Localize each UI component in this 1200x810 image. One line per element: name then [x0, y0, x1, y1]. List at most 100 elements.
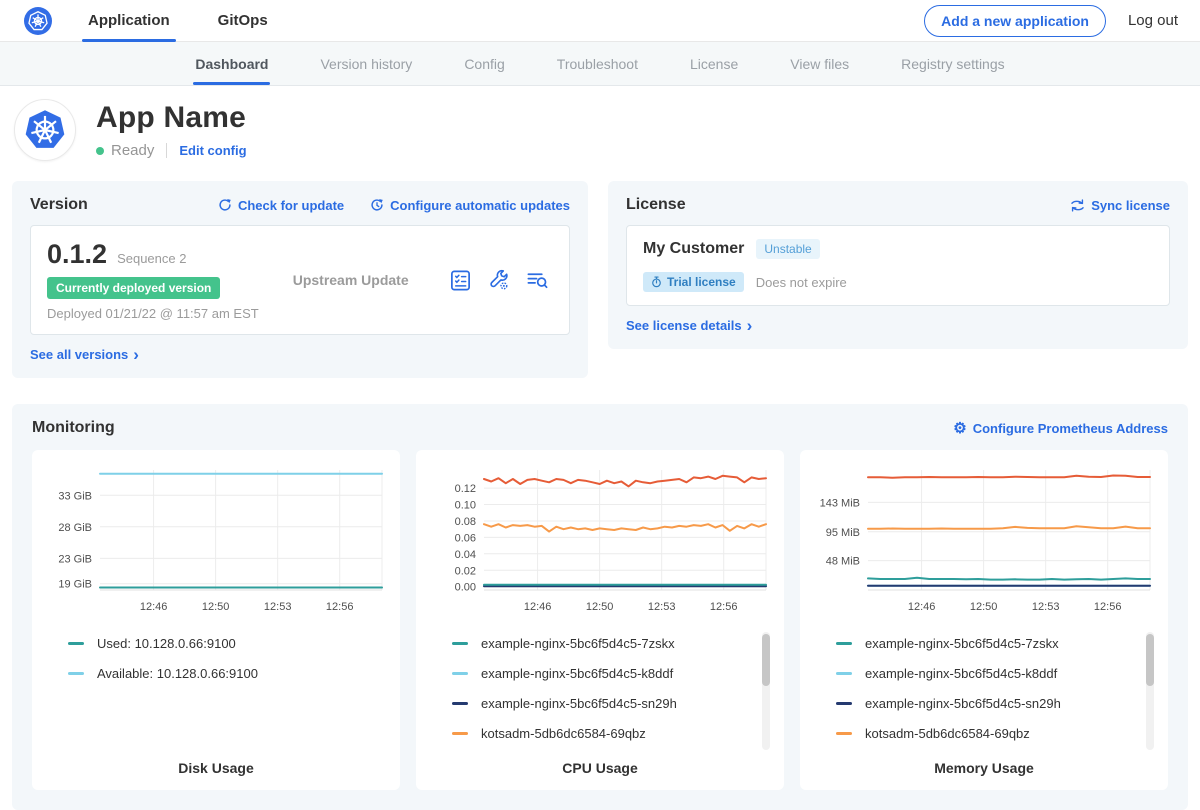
edit-config-values-icon[interactable] [487, 269, 510, 292]
legend-label: example-nginx-5bc6f5d4c5-7zskx [481, 636, 675, 651]
clock-arrow-icon [370, 198, 384, 212]
configure-prometheus-link[interactable]: ⚙ Configure Prometheus Address [953, 421, 1168, 436]
sync-license-link[interactable]: Sync license [1070, 198, 1170, 213]
check-for-update-label: Check for update [238, 198, 344, 213]
app-header: App Name Ready Edit config [0, 86, 1200, 173]
topnav-tabs: Application GitOps [86, 0, 314, 42]
trial-license-label: Trial license [667, 275, 736, 289]
add-new-application-button[interactable]: Add a new application [924, 5, 1106, 37]
channel-badge: Unstable [756, 239, 819, 259]
tab-application[interactable]: Application [86, 0, 172, 42]
monitoring-heading: Monitoring [32, 419, 115, 437]
sync-arrows-icon [1070, 199, 1085, 212]
check-for-update-link[interactable]: Check for update [218, 198, 344, 213]
charts-row: 19 GiB23 GiB28 GiB33 GiB12:4612:5012:531… [32, 450, 1168, 790]
svg-text:95 MiB: 95 MiB [826, 527, 860, 539]
svg-text:23 GiB: 23 GiB [58, 553, 92, 565]
configure-prometheus-label: Configure Prometheus Address [973, 421, 1168, 436]
legend-label: Used: 10.128.0.66:9100 [97, 636, 236, 651]
legend-dash-icon [68, 642, 84, 645]
tab-registry-settings[interactable]: Registry settings [901, 42, 1004, 85]
svg-text:12:46: 12:46 [140, 601, 168, 613]
divider [166, 143, 167, 158]
legend-dash-icon [452, 702, 468, 705]
status-dot-icon [96, 147, 104, 155]
top-nav: Application GitOps Add a new application… [0, 0, 1200, 42]
legend-dash-icon [836, 642, 852, 645]
svg-text:19 GiB: 19 GiB [58, 579, 92, 591]
disk-usage-chart-card: 19 GiB23 GiB28 GiB33 GiB12:4612:5012:531… [32, 450, 400, 790]
svg-text:12:56: 12:56 [1094, 601, 1122, 613]
chevron-right-icon: › [747, 319, 753, 332]
chart-title: CPU Usage [424, 760, 776, 776]
cpu-usage-plot: 0.000.020.040.060.080.100.1212:4612:5012… [426, 462, 774, 620]
version-source-label: Upstream Update [259, 272, 449, 288]
tab-version-history[interactable]: Version history [320, 42, 412, 85]
svg-text:0.06: 0.06 [455, 532, 476, 544]
legend-dash-icon [836, 732, 852, 735]
chevron-right-icon: › [133, 348, 139, 361]
legend-item: example-nginx-5bc6f5d4c5-7zskx [452, 636, 750, 651]
legend-item: Available: 10.128.0.66:9100 [68, 666, 366, 681]
refresh-icon [218, 198, 232, 212]
svg-text:12:53: 12:53 [264, 601, 292, 613]
legend-scrollbar[interactable] [762, 632, 770, 750]
svg-text:0.12: 0.12 [455, 483, 476, 495]
svg-text:12:56: 12:56 [326, 601, 354, 613]
legend-label: kotsadm-5db6dc6584-69qbz [481, 726, 646, 741]
legend-dash-icon [452, 672, 468, 675]
svg-text:12:53: 12:53 [1032, 601, 1060, 613]
legend-item: example-nginx-5bc6f5d4c5-sn29h [836, 696, 1134, 711]
svg-text:33 GiB: 33 GiB [58, 490, 92, 502]
svg-text:0.00: 0.00 [455, 582, 476, 594]
legend-dash-icon [836, 702, 852, 705]
svg-text:12:46: 12:46 [524, 601, 552, 613]
svg-text:0.04: 0.04 [455, 549, 476, 561]
chart-title: Disk Usage [40, 760, 392, 776]
svg-text:143 MiB: 143 MiB [820, 497, 860, 509]
see-all-versions-link[interactable]: See all versions › [30, 347, 139, 362]
stopwatch-icon [651, 276, 662, 288]
logout-button[interactable]: Log out [1128, 12, 1178, 29]
license-details-row: My Customer Unstable Trial license Doe [626, 225, 1170, 306]
legend-dash-icon [452, 642, 468, 645]
tab-config[interactable]: Config [464, 42, 504, 85]
tab-gitops[interactable]: GitOps [216, 0, 270, 42]
legend-item: example-nginx-5bc6f5d4c5-sn29h [452, 696, 750, 711]
svg-text:12:56: 12:56 [710, 601, 738, 613]
legend-label: example-nginx-5bc6f5d4c5-k8ddf [481, 666, 673, 681]
tab-dashboard[interactable]: Dashboard [195, 42, 268, 85]
legend-scrollbar[interactable] [1146, 632, 1154, 750]
legend-label: example-nginx-5bc6f5d4c5-sn29h [481, 696, 677, 711]
svg-text:0.08: 0.08 [455, 516, 476, 528]
preflight-checks-icon[interactable] [449, 269, 472, 292]
tab-view-files[interactable]: View files [790, 42, 849, 85]
svg-text:48 MiB: 48 MiB [826, 556, 860, 568]
monitoring-section: Monitoring ⚙ Configure Prometheus Addres… [12, 404, 1188, 810]
tab-troubleshoot[interactable]: Troubleshoot [557, 42, 638, 85]
status-badge: Ready [111, 142, 154, 159]
configure-automatic-updates-link[interactable]: Configure automatic updates [370, 198, 570, 213]
svg-text:12:50: 12:50 [202, 601, 230, 613]
license-card: License Sync license My [608, 181, 1188, 349]
legend-label: Available: 10.128.0.66:9100 [97, 666, 258, 681]
page-title: App Name [96, 101, 247, 135]
svg-text:12:53: 12:53 [648, 601, 676, 613]
gear-icon: ⚙ [953, 421, 966, 436]
configure-automatic-updates-label: Configure automatic updates [390, 198, 570, 213]
version-card: Version Check for update [12, 181, 588, 378]
svg-text:0.10: 0.10 [455, 500, 476, 512]
customer-name: My Customer [643, 240, 744, 258]
license-heading: License [626, 196, 686, 214]
legend-item: kotsadm-5db6dc6584-69qbz [452, 726, 750, 741]
svg-text:0.02: 0.02 [455, 565, 476, 577]
legend-item: example-nginx-5bc6f5d4c5-k8ddf [452, 666, 750, 681]
license-expiry-text: Does not expire [756, 275, 847, 290]
see-license-details-link[interactable]: See license details › [626, 318, 752, 333]
tab-license[interactable]: License [690, 42, 738, 85]
svg-text:12:46: 12:46 [908, 601, 936, 613]
legend-dash-icon [452, 732, 468, 735]
cpu-usage-chart-card: 0.000.020.040.060.080.100.1212:4612:5012… [416, 450, 784, 790]
edit-config-link[interactable]: Edit config [179, 143, 246, 158]
view-diff-icon[interactable] [525, 269, 549, 292]
